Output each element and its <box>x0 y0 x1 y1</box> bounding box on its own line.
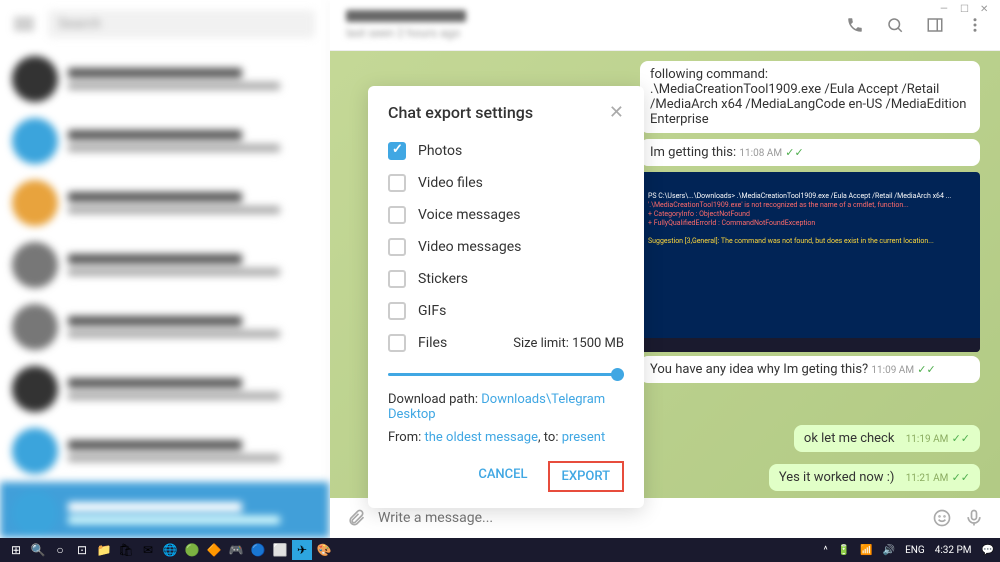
taskbar: ⊞ 🔍 ○ ⊡ 📁 🛍 ✉ 🌐 🟢 🔶 🎮 🔵 ⬜ ✈ 🎨 ^ 🔋 📶 🔊 EN… <box>0 538 1000 562</box>
chat-title <box>346 10 466 22</box>
checkbox-icon[interactable] <box>388 238 406 256</box>
export-modal: Chat export settings ✕ Photos Video file… <box>368 86 644 508</box>
chat-item[interactable] <box>0 358 329 420</box>
message-out: ok let me check 11:19 AM ✓✓ <box>794 425 980 452</box>
sidebar: Search <box>0 0 330 538</box>
chat-status: last seen 2 hours ago <box>346 26 466 40</box>
download-path: Download path: Downloads\Telegram Deskto… <box>388 392 624 422</box>
app-icon[interactable]: 🟢 <box>182 540 202 560</box>
edge-icon[interactable]: 🔵 <box>248 540 268 560</box>
message-time: 11:21 AM <box>906 473 949 484</box>
chat-item[interactable] <box>0 296 329 358</box>
checkbox-icon[interactable] <box>388 270 406 288</box>
export-button[interactable]: EXPORT <box>548 461 624 492</box>
taskview-icon[interactable]: ⊡ <box>72 540 92 560</box>
checkbox-icon[interactable] <box>388 334 406 352</box>
option-files[interactable]: Files <box>388 334 447 352</box>
message-time: 11:19 AM <box>906 434 949 445</box>
checkbox-icon[interactable] <box>388 206 406 224</box>
modal-title: Chat export settings <box>388 103 533 122</box>
lang-indicator[interactable]: ENG <box>905 545 925 556</box>
app-icon[interactable]: 🎮 <box>226 540 246 560</box>
explorer-icon[interactable]: 📁 <box>94 540 114 560</box>
window-controls: — ☐ ✕ <box>932 0 1000 20</box>
message-in: following command: .\MediaCreationTool19… <box>640 61 980 133</box>
search-input[interactable]: Search <box>48 10 315 38</box>
read-checks-icon: ✓✓ <box>785 146 803 159</box>
size-limit-label: Size limit: 1500 MB <box>513 336 624 351</box>
option-stickers[interactable]: Stickers <box>388 263 624 295</box>
from-to-row: From: the oldest message, to: present <box>388 430 624 445</box>
chat-item-selected[interactable] <box>0 482 329 538</box>
chat-item[interactable] <box>0 172 329 234</box>
search-taskbar-icon[interactable]: 🔍 <box>28 540 48 560</box>
message-input[interactable] <box>378 510 920 526</box>
chat-item[interactable] <box>0 110 329 172</box>
call-icon[interactable] <box>846 16 864 34</box>
notifications-icon[interactable]: 💬 <box>982 545 994 556</box>
store-icon[interactable]: 🛍 <box>116 540 136 560</box>
app-icon[interactable]: 🔶 <box>204 540 224 560</box>
chat-header: last seen 2 hours ago <box>330 0 1000 51</box>
message-time: 11:09 AM <box>871 365 914 376</box>
tray-up-icon[interactable]: ^ <box>824 545 828 556</box>
start-icon[interactable]: ⊞ <box>6 540 26 560</box>
chat-item[interactable] <box>0 234 329 296</box>
option-voice-messages[interactable]: Voice messages <box>388 199 624 231</box>
clock[interactable]: 4:32 PM <box>935 545 972 556</box>
chrome-icon[interactable]: 🌐 <box>160 540 180 560</box>
option-gifs[interactable]: GIFs <box>388 295 624 327</box>
wifi-icon[interactable]: 📶 <box>860 545 872 556</box>
close-button[interactable]: ✕ <box>980 4 992 16</box>
chat-item[interactable] <box>0 48 329 110</box>
telegram-icon[interactable]: ✈ <box>292 540 312 560</box>
slider-thumb[interactable] <box>611 368 624 381</box>
option-photos[interactable]: Photos <box>388 135 624 167</box>
close-icon[interactable]: ✕ <box>609 102 624 123</box>
cortana-icon[interactable]: ○ <box>50 540 70 560</box>
message-in: Im getting this: 11:08 AM ✓✓ <box>640 139 980 166</box>
mic-icon[interactable] <box>964 508 984 528</box>
checkbox-icon[interactable] <box>388 142 406 160</box>
size-slider[interactable] <box>388 373 624 376</box>
read-checks-icon: ✓✓ <box>952 471 970 484</box>
to-link[interactable]: present <box>562 430 606 445</box>
search-icon[interactable] <box>886 16 904 34</box>
read-checks-icon: ✓✓ <box>917 363 935 376</box>
chat-item[interactable] <box>0 420 329 482</box>
checkbox-icon[interactable] <box>388 302 406 320</box>
mail-icon[interactable]: ✉ <box>138 540 158 560</box>
option-video-files[interactable]: Video files <box>388 167 624 199</box>
attach-icon[interactable] <box>346 508 366 528</box>
option-video-messages[interactable]: Video messages <box>388 231 624 263</box>
volume-icon[interactable]: 🔊 <box>883 545 895 556</box>
message-time: 11:08 AM <box>739 148 782 159</box>
message-out: Yes it worked now :) 11:21 AM ✓✓ <box>769 464 980 491</box>
from-link[interactable]: the oldest message <box>425 430 539 445</box>
message-in: You have any idea why Im geting this? 11… <box>640 356 980 383</box>
menu-icon[interactable] <box>14 18 34 30</box>
minimize-button[interactable]: — <box>940 4 952 16</box>
chat-list <box>0 48 329 538</box>
paint-icon[interactable]: 🎨 <box>314 540 334 560</box>
cancel-button[interactable]: CANCEL <box>466 461 539 492</box>
app-icon[interactable]: ⬜ <box>270 540 290 560</box>
emoji-icon[interactable] <box>932 508 952 528</box>
maximize-button[interactable]: ☐ <box>960 4 972 16</box>
battery-icon[interactable]: 🔋 <box>838 545 850 556</box>
read-checks-icon: ✓✓ <box>952 432 970 445</box>
checkbox-icon[interactable] <box>388 174 406 192</box>
message-image[interactable]: PS C:\Users\...\Downloads> .\MediaCreati… <box>640 172 980 352</box>
